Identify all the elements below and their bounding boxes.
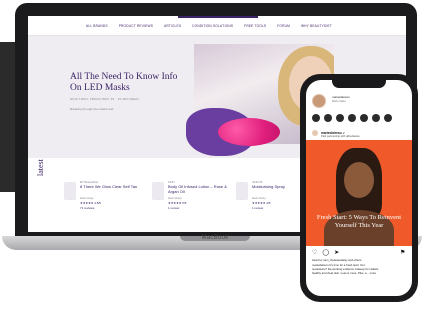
site-nav: ALL BRANDS PRODUCT REVIEWS ARTICLES COND… (28, 16, 406, 36)
product-reviews: 1 review (168, 206, 180, 210)
hero-title[interactable]: All The Need To Know Info On LED Masks (70, 72, 190, 94)
ig-story-circle[interactable] (372, 114, 380, 122)
product-rating: ★★★★★ 4.8/5 (80, 201, 101, 205)
ig-post-image[interactable]: Fresh Start: 5 Ways To Reinvent Yourself… (306, 140, 412, 246)
ig-story-circle[interactable] (312, 114, 320, 122)
bookmark-icon[interactable]: ⚑ (400, 249, 405, 256)
ig-caption-line[interactable]: healthy and clear skin. Less is more. Pl… (312, 271, 376, 275)
latest-label: latest (36, 159, 45, 176)
ig-story-circle[interactable] (324, 114, 332, 122)
ig-profile-name: Marie Claire (332, 100, 346, 103)
product-thumbnail (152, 182, 164, 200)
product-seller: beat ninety (80, 196, 94, 200)
nav-item-why-beautydiet[interactable]: WHY BEAUTYDIET (301, 24, 332, 28)
product-thumbnail (64, 182, 76, 200)
hero-snippet: Breaking through the celebs and... (70, 107, 116, 111)
nav-item-forum[interactable]: FORUM (277, 24, 290, 28)
product-card-2[interactable]: SKIN Body Oil Infused Lotion – Rose & Ar… (152, 180, 232, 220)
share-icon[interactable]: ➤ (334, 249, 339, 256)
product-card-1[interactable]: BY BeautyDiet 8 There We Glow Clear Self… (64, 180, 144, 220)
ig-image-caption: Fresh Start: 5 Ways To Reinvent Yourself… (316, 214, 402, 229)
hero-meta: NINA TRAN, FRIDAY/MAY 15 · 10 MIN READ (70, 97, 139, 101)
ig-story-circle[interactable] (348, 114, 356, 122)
laptop-brand-label: MacBook (201, 235, 229, 241)
ig-post-avatar[interactable] (312, 130, 318, 136)
ig-liked-by[interactable]: Liked by sam_thebeautdaisy and others (312, 258, 361, 262)
product-thumbnail (236, 182, 248, 200)
nav-item-articles[interactable]: ARTICLES (164, 24, 181, 28)
nav-items: ALL BRANDS PRODUCT REVIEWS ARTICLES COND… (86, 24, 332, 28)
nav-item-free-tools[interactable]: FREE TOOLS (244, 24, 266, 28)
hero-flowers (218, 118, 280, 146)
device-mockup-scene: MacBook ALL BRANDS PRODUCT REVIEWS ARTIC… (0, 0, 424, 310)
product-seller: beat ninety (252, 196, 266, 200)
like-icon[interactable]: ♡ (312, 249, 317, 256)
ig-profile-avatar[interactable] (312, 94, 326, 108)
ig-profile-handle[interactable]: marieclairecu (332, 95, 350, 99)
ig-action-bar: ♡ ◯ ➤ (312, 249, 339, 256)
nav-item-all-brands[interactable]: ALL BRANDS (86, 24, 108, 28)
comment-icon[interactable]: ◯ (322, 249, 329, 256)
product-rating: ★★★★★ 4/5 (252, 201, 271, 205)
phone-screen: marieclairecu Marie Claire marieclairecu… (306, 80, 412, 296)
nav-item-product-reviews[interactable]: PRODUCT REVIEWS (119, 24, 153, 28)
product-reviews: 71 reviews (80, 206, 95, 210)
phone-notch (332, 80, 386, 88)
product-title[interactable]: Body Oil Infused Lotion – Rose & Argan O… (168, 184, 228, 194)
ig-story-circle[interactable] (384, 114, 392, 122)
ig-story-circle[interactable] (336, 114, 344, 122)
ig-post-partner: Paid partnership with althedaisies (321, 135, 360, 138)
ig-story-highlights (312, 114, 392, 122)
nav-item-condition-solutions[interactable]: CONDITION SOLUTIONS (192, 24, 233, 28)
product-rating: ★★★★★ 5/5 (168, 201, 187, 205)
ig-story-circle[interactable] (360, 114, 368, 122)
product-reviews: 1 review (252, 206, 264, 210)
ig-image-face (344, 162, 374, 198)
product-title[interactable]: 8 There We Glow Clear Self Tan (80, 184, 140, 189)
product-seller: beat ninety (168, 196, 182, 200)
nav-accent-bar (178, 16, 258, 18)
